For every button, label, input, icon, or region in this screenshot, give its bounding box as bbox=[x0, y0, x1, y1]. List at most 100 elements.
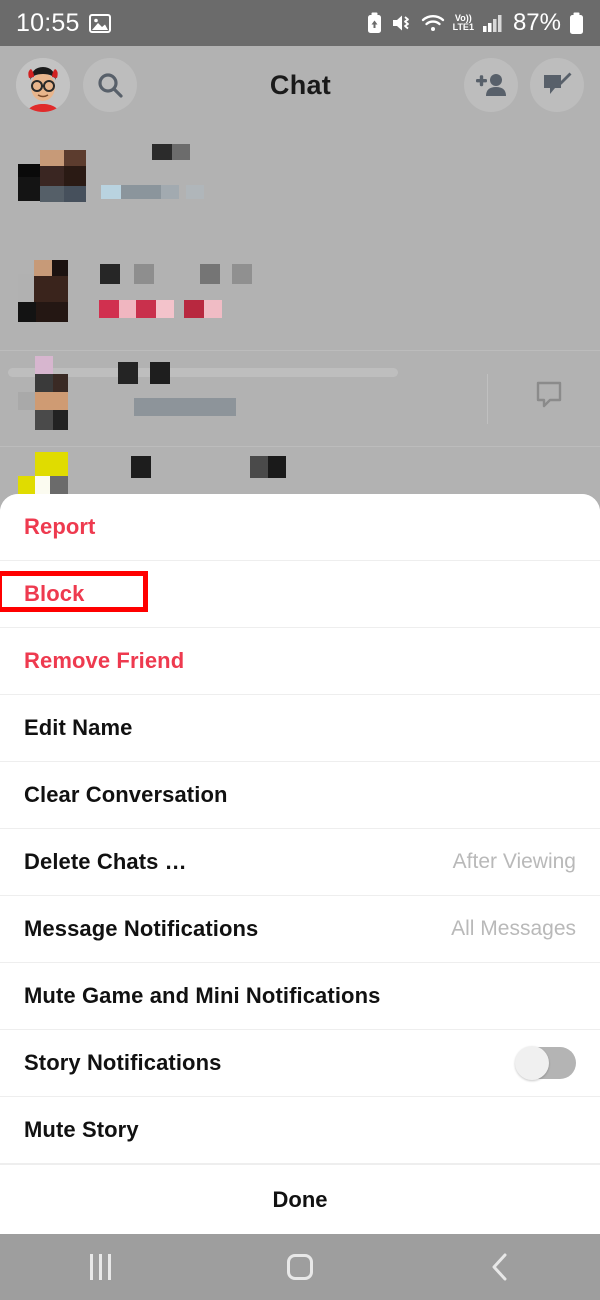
menu-item-clear-conversation[interactable]: Clear Conversation bbox=[0, 762, 600, 829]
censored-name bbox=[268, 456, 286, 478]
menu-item-value: All Messages bbox=[451, 917, 576, 940]
page-title: Chat bbox=[269, 69, 332, 100]
image-icon bbox=[88, 13, 111, 33]
new-chat-button[interactable] bbox=[530, 58, 584, 112]
status-bar-left: 10:55 bbox=[16, 9, 111, 38]
menu-item-label: Clear Conversation bbox=[24, 782, 228, 807]
menu-item-label: Delete Chats … bbox=[24, 849, 187, 874]
search-icon bbox=[98, 73, 123, 98]
censored-avatar bbox=[40, 186, 64, 202]
menu-item-block[interactable]: Block bbox=[0, 561, 600, 628]
menu-item-value: After Viewing bbox=[452, 850, 576, 873]
toggle-knob bbox=[515, 1046, 549, 1080]
censored-status bbox=[136, 300, 156, 318]
chat-list-row[interactable] bbox=[0, 144, 600, 224]
censored-avatar bbox=[35, 356, 53, 374]
search-button[interactable] bbox=[83, 58, 137, 112]
censored-name bbox=[152, 144, 172, 160]
app-header: Chat bbox=[0, 46, 600, 124]
volte-indicator: Vo)) LTE1 bbox=[452, 13, 474, 32]
censored-subtitle bbox=[121, 185, 161, 199]
cellular-signal-icon bbox=[482, 15, 502, 32]
menu-item-edit-name[interactable]: Edit Name bbox=[0, 695, 600, 762]
censored-name bbox=[150, 362, 170, 384]
censored-status bbox=[119, 300, 136, 318]
home-icon bbox=[287, 1254, 313, 1280]
status-bar-right: Vo)) LTE1 87% bbox=[366, 9, 584, 37]
censored-avatar bbox=[35, 410, 53, 430]
header-actions bbox=[464, 58, 584, 112]
volume-mute-icon bbox=[392, 15, 409, 31]
censored-name bbox=[250, 456, 268, 478]
censored-avatar bbox=[18, 274, 34, 302]
wifi-icon bbox=[421, 15, 444, 31]
friend-options-sheet: Report Block Remove Friend Edit Name Cle… bbox=[0, 494, 600, 1234]
censored-avatar bbox=[53, 374, 68, 392]
censored-avatar bbox=[35, 452, 68, 476]
censored-subtitle bbox=[101, 185, 121, 199]
censored-name bbox=[232, 264, 252, 284]
chat-list-row[interactable] bbox=[0, 260, 600, 344]
row-divider bbox=[0, 446, 600, 447]
back-icon bbox=[492, 1253, 507, 1281]
censored-avatar bbox=[64, 150, 86, 166]
status-bar: 10:55 Vo)) LTE1 87% bbox=[0, 0, 600, 46]
battery-icon bbox=[570, 12, 583, 34]
menu-item-mute-story[interactable]: Mute Story bbox=[0, 1097, 600, 1164]
back-button[interactable] bbox=[400, 1234, 600, 1300]
censored-name bbox=[200, 264, 220, 284]
menu-item-label: Mute Game and Mini Notifications bbox=[24, 983, 381, 1008]
row-divider bbox=[0, 350, 600, 351]
story-notifications-toggle[interactable] bbox=[515, 1046, 576, 1080]
censored-subtitle bbox=[134, 398, 236, 416]
screen-record-icon bbox=[367, 12, 381, 33]
censored-status bbox=[204, 300, 222, 318]
new-chat-icon bbox=[544, 72, 572, 94]
menu-item-label: Block bbox=[24, 581, 85, 606]
add-friend-button[interactable] bbox=[464, 58, 518, 112]
bitmoji-avatar bbox=[16, 58, 70, 112]
home-button[interactable] bbox=[200, 1234, 400, 1300]
avatar[interactable] bbox=[16, 58, 70, 112]
censored-avatar bbox=[36, 302, 68, 322]
menu-item-mute-game-mini-notifications[interactable]: Mute Game and Mini Notifications bbox=[0, 963, 600, 1030]
chat-list: ⬓Received · 2w bbox=[0, 124, 600, 620]
censored-avatar bbox=[18, 302, 36, 322]
censored-avatar bbox=[18, 177, 40, 201]
censored-avatar bbox=[64, 166, 86, 186]
menu-item-message-notifications[interactable]: Message Notifications All Messages bbox=[0, 896, 600, 963]
censored-name bbox=[134, 264, 154, 284]
censored-avatar bbox=[52, 260, 68, 276]
recents-button[interactable] bbox=[0, 1234, 200, 1300]
censored-status bbox=[156, 300, 174, 318]
censored-avatar bbox=[64, 186, 86, 202]
menu-item-label: Story Notifications bbox=[24, 1050, 222, 1075]
menu-item-label: Message Notifications bbox=[24, 916, 259, 941]
add-friend-icon bbox=[476, 74, 506, 96]
status-clock: 10:55 bbox=[16, 8, 80, 37]
menu-item-report[interactable]: Report bbox=[0, 494, 600, 561]
phone-screen: 10:55 Vo)) LTE1 87% Chat Report Block Re… bbox=[0, 0, 600, 1300]
done-button[interactable]: Done bbox=[0, 1164, 600, 1234]
censored-subtitle bbox=[186, 185, 204, 199]
censored-avatar bbox=[40, 164, 64, 186]
censored-avatar bbox=[53, 410, 68, 430]
censored-name bbox=[100, 264, 120, 284]
menu-item-label: Report bbox=[24, 514, 96, 539]
censored-avatar bbox=[35, 374, 53, 392]
menu-item-story-notifications[interactable]: Story Notifications bbox=[0, 1030, 600, 1097]
censored-avatar bbox=[18, 392, 35, 410]
censored-subtitle bbox=[161, 185, 179, 199]
menu-item-label: Edit Name bbox=[24, 715, 133, 740]
menu-item-remove-friend[interactable]: Remove Friend bbox=[0, 628, 600, 695]
censored-avatar bbox=[34, 276, 68, 302]
censored-avatar bbox=[40, 150, 64, 166]
menu-item-label: Remove Friend bbox=[24, 648, 185, 673]
censored-avatar bbox=[34, 260, 52, 276]
recents-icon bbox=[89, 1254, 111, 1280]
menu-item-label: Mute Story bbox=[24, 1117, 139, 1142]
menu-item-delete-chats[interactable]: Delete Chats … After Viewing bbox=[0, 829, 600, 896]
done-label: Done bbox=[272, 1186, 328, 1212]
chat-list-row[interactable] bbox=[0, 356, 600, 442]
censored-name bbox=[118, 362, 138, 384]
